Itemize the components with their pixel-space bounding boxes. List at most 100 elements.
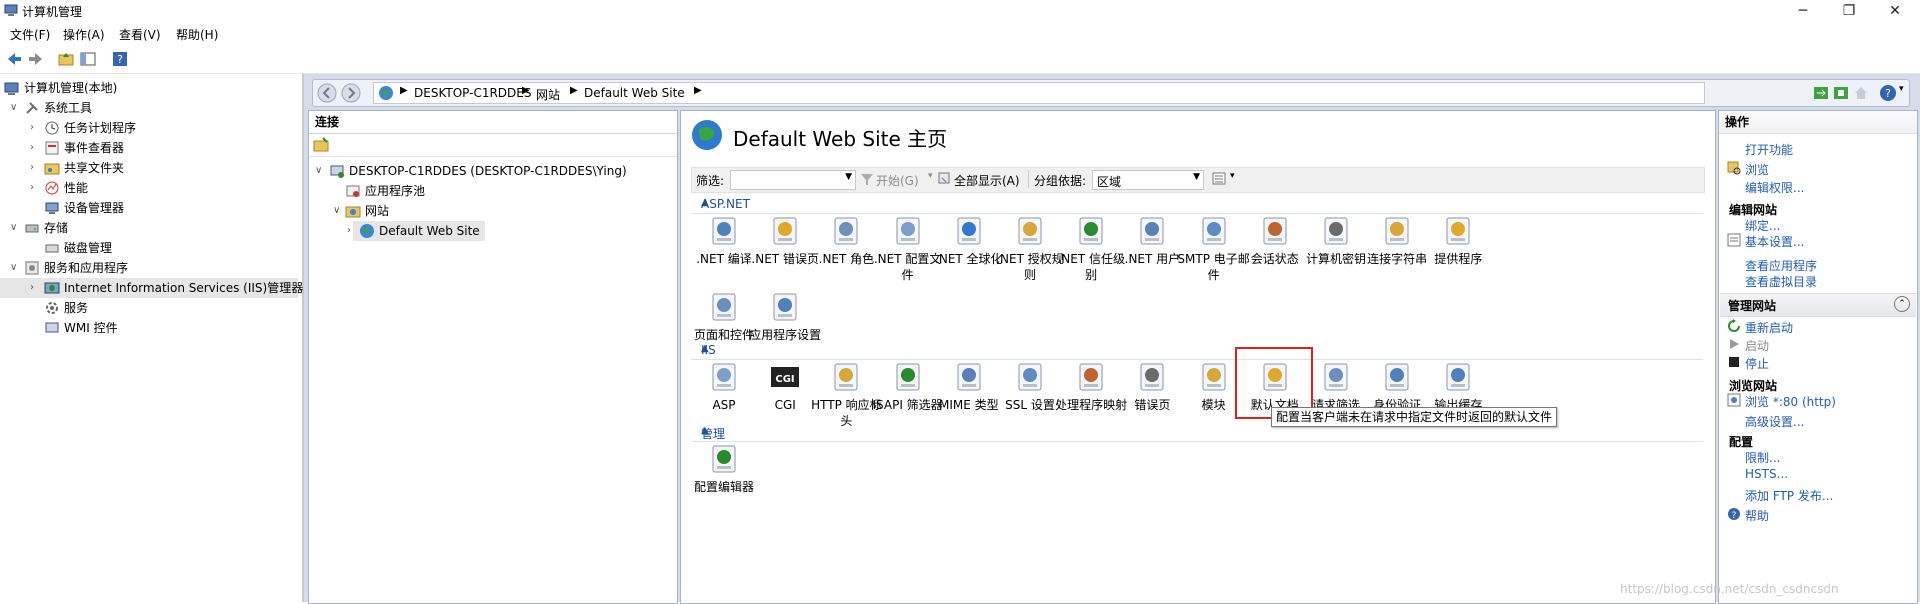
help-link[interactable]: 帮助 xyxy=(1745,507,1769,524)
expand-arrow-icon[interactable]: › xyxy=(30,118,40,138)
conn-default-web-site[interactable]: › Default Web Site xyxy=(347,221,485,241)
app-pool-icon xyxy=(346,185,360,197)
computer-management-icon xyxy=(4,4,18,16)
expand-arrow-icon[interactable]: › xyxy=(30,178,40,198)
shared-folder-icon xyxy=(44,163,60,175)
menu-help[interactable]: 帮助(H) xyxy=(176,26,218,43)
dropdown-arrow-icon[interactable]: ▼ xyxy=(1193,172,1200,182)
forward-icon[interactable] xyxy=(341,83,361,103)
manage-site-header[interactable]: 管理网站 ⌃ xyxy=(1720,293,1916,317)
section-manage[interactable]: 管理 ▲ xyxy=(691,425,1703,442)
edit-permissions-link[interactable]: 编辑权限... xyxy=(1745,179,1804,196)
collapse-arrow-icon[interactable]: ∨ xyxy=(315,161,325,181)
filter-icon xyxy=(861,174,873,185)
basic-settings-icon xyxy=(1727,233,1741,247)
feature-icon xyxy=(834,363,858,391)
show-all-button[interactable]: 全部显示(A) xyxy=(954,172,1020,189)
section-aspnet[interactable]: ASP.NET ▲ xyxy=(691,197,1703,214)
group-by-select[interactable]: 区域 ▼ xyxy=(1092,170,1204,190)
group-by-label: 分组依据: xyxy=(1034,174,1087,188)
help-dropdown-icon[interactable]: ▾ xyxy=(1899,84,1904,94)
home-icon[interactable] xyxy=(1853,85,1869,101)
feature-icon xyxy=(1140,217,1164,245)
help-icon[interactable]: ? xyxy=(1879,84,1897,102)
forward-icon[interactable] xyxy=(28,51,44,67)
advanced-settings-link[interactable]: 高级设置... xyxy=(1745,413,1804,430)
browse-80-link[interactable]: 浏览 *:80 (http) xyxy=(1745,393,1836,410)
feature-icon xyxy=(957,217,981,245)
edit-site-heading: 编辑网站 xyxy=(1729,203,1778,217)
breadcrumb-separator-icon: ▶ xyxy=(570,85,578,96)
storage-icon xyxy=(25,224,39,233)
limits-link[interactable]: 限制... xyxy=(1745,449,1780,466)
add-ftp-link[interactable]: 添加 FTP 发布... xyxy=(1745,487,1833,504)
wmi-icon xyxy=(45,322,59,333)
feature-aspnet-14[interactable]: 应用程序设置 xyxy=(748,291,822,343)
start-link[interactable]: 启动 xyxy=(1745,337,1769,354)
dropdown-arrow-icon[interactable]: ▼ xyxy=(845,172,852,182)
tree-item-iis-manager[interactable]: › Internet Information Services (IIS)管理器 xyxy=(0,278,303,298)
stop-link[interactable]: 停止 xyxy=(1745,355,1769,372)
up-folder-icon[interactable] xyxy=(58,51,74,67)
open-feature-link[interactable]: 打开功能 xyxy=(1745,141,1793,158)
start-button[interactable]: 开始(G) xyxy=(876,172,919,189)
close-button[interactable]: ✕ xyxy=(1872,0,1918,22)
section-iis[interactable]: IIS ▲ xyxy=(691,343,1703,360)
menu-file[interactable]: 文件(F) xyxy=(10,26,50,43)
bindings-link[interactable]: 绑定... xyxy=(1745,217,1780,234)
iis-icon xyxy=(44,282,60,294)
restart-link[interactable]: 重新启动 xyxy=(1745,319,1793,336)
view-icon[interactable] xyxy=(1212,172,1228,186)
filter-input[interactable]: ▼ xyxy=(730,170,856,190)
connections-toolbar xyxy=(309,134,677,157)
globe-icon xyxy=(692,120,722,150)
show-hide-tree-icon[interactable] xyxy=(80,51,96,67)
collapse-arrow-icon[interactable]: ∨ xyxy=(10,218,20,238)
feature-manage-0[interactable]: 配置编辑器 xyxy=(687,443,761,495)
stop-icon[interactable] xyxy=(1833,85,1849,101)
view-virtual-dirs-link[interactable]: 查看虚拟目录 xyxy=(1745,273,1817,290)
refresh-icon[interactable] xyxy=(1813,85,1829,101)
feature-aspnet-12[interactable]: 提供程序 xyxy=(1421,215,1495,267)
start-icon xyxy=(1730,339,1739,349)
feature-icon xyxy=(1385,217,1409,245)
filter-bar: 筛选: ▼ 开始(G) ▾ 全部显示(A) 分组依据: 区域 ▼ ▾ xyxy=(691,167,1705,193)
feature-icon xyxy=(1446,363,1470,391)
maximize-button[interactable]: ❐ xyxy=(1826,0,1872,22)
expand-arrow-icon[interactable]: › xyxy=(30,158,40,178)
toolbar: ? xyxy=(0,45,1920,74)
collapse-arrow-icon[interactable]: ∨ xyxy=(10,258,20,278)
expand-arrow-icon[interactable]: › xyxy=(347,221,357,241)
collapse-arrow-icon[interactable]: ∨ xyxy=(333,201,343,221)
actions-title: 操作 xyxy=(1719,111,1917,134)
hsts-link[interactable]: HSTS... xyxy=(1745,467,1788,481)
back-icon[interactable] xyxy=(6,51,22,67)
breadcrumb-site[interactable]: Default Web Site xyxy=(584,86,685,100)
menu-action[interactable]: 操作(A) xyxy=(63,26,105,43)
svg-text:CGI: CGI xyxy=(776,374,795,385)
feature-iis-12[interactable]: 输出缓存 xyxy=(1421,361,1495,413)
basic-settings-link[interactable]: 基本设置... xyxy=(1745,233,1804,250)
new-connection-icon[interactable] xyxy=(313,137,329,153)
start-dropdown-icon[interactable]: ▾ xyxy=(928,171,933,181)
feature-icon xyxy=(1079,363,1103,391)
minimize-button[interactable]: ─ xyxy=(1780,0,1826,22)
collapse-icon[interactable]: ⌃ xyxy=(1894,296,1910,312)
collapse-section-icon[interactable]: ▲ xyxy=(701,197,1697,208)
expand-arrow-icon[interactable]: › xyxy=(30,278,40,298)
breadcrumb-server[interactable]: DESKTOP-C1RDDES xyxy=(414,86,532,100)
help-icon[interactable]: ? xyxy=(112,51,128,67)
view-applications-link[interactable]: 查看应用程序 xyxy=(1745,257,1817,274)
breadcrumb-separator-icon: ▶ xyxy=(400,85,408,96)
breadcrumb-sites[interactable]: 网站 xyxy=(536,86,560,103)
stop-icon xyxy=(1729,357,1739,367)
collapse-section-icon[interactable]: ▲ xyxy=(701,343,1697,354)
feature-icon xyxy=(1018,217,1042,245)
expand-arrow-icon[interactable]: › xyxy=(30,138,40,158)
tools-icon xyxy=(26,102,38,114)
menu-view[interactable]: 查看(V) xyxy=(119,26,161,43)
browse-link[interactable]: 浏览 xyxy=(1745,161,1769,178)
back-icon[interactable] xyxy=(317,83,337,103)
view-dropdown-icon[interactable]: ▾ xyxy=(1230,171,1235,181)
collapse-arrow-icon[interactable]: ∨ xyxy=(10,98,20,118)
